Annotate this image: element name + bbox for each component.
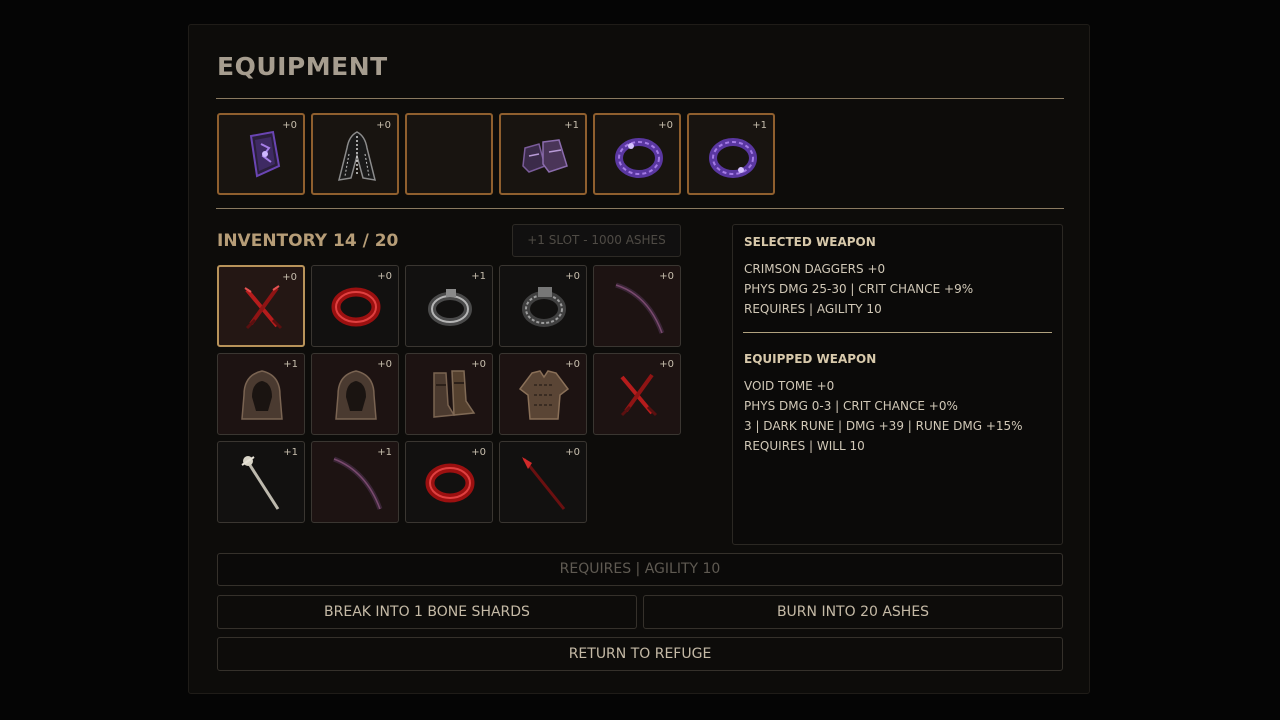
page-title: EQUIPMENT: [217, 52, 388, 81]
item-level: +0: [565, 359, 580, 370]
item-level: +1: [752, 120, 767, 131]
item-level: +1: [377, 447, 392, 458]
buy-slot-button[interactable]: +1 SLOT - 1000 ASHES: [512, 224, 681, 257]
equip-slot-5[interactable]: +0: [593, 113, 681, 195]
item-level: +1: [564, 120, 579, 131]
bone-staff-icon: [241, 456, 280, 510]
item-level: +0: [282, 272, 297, 283]
selected-weapon-stats: PHYS DMG 25-30 | CRIT CHANCE +9%: [744, 282, 974, 296]
item-level: +0: [471, 447, 486, 458]
equip-slot-2[interactable]: +0: [311, 113, 399, 195]
item-level: +0: [377, 359, 392, 370]
item-level: +0: [376, 120, 391, 131]
equip-slot-4[interactable]: +1: [499, 113, 587, 195]
inventory-item[interactable]: +0: [405, 441, 493, 523]
weapon-info-panel: SELECTED WEAPON CRIMSON DAGGERS +0 PHYS …: [732, 224, 1063, 545]
inventory-item[interactable]: +0: [499, 265, 587, 347]
selected-weapon-name: CRIMSON DAGGERS +0: [744, 262, 886, 276]
item-level: +0: [471, 359, 486, 370]
item-level: +1: [283, 447, 298, 458]
inventory-item-selected[interactable]: +0: [217, 265, 305, 347]
void-tome-icon: [249, 130, 281, 178]
equipped-weapon-requires: REQUIRES | WILL 10: [744, 439, 865, 453]
divider: [216, 98, 1064, 99]
inventory-item[interactable]: +0: [499, 353, 587, 435]
equip-slot-empty[interactable]: [405, 113, 493, 195]
inventory-title: INVENTORY 14 / 20: [217, 231, 399, 251]
crimson-daggers-icon: [244, 285, 283, 330]
item-level: +0: [659, 271, 674, 282]
inventory-item[interactable]: +0: [593, 265, 681, 347]
item-level: +0: [565, 447, 580, 458]
break-button[interactable]: BREAK INTO 1 BONE SHARDS: [217, 595, 637, 629]
inventory-item[interactable]: +0: [311, 353, 399, 435]
equip-slot-6[interactable]: +1: [687, 113, 775, 195]
dark-bow-icon: [333, 456, 383, 510]
leather-hood-icon: [335, 370, 377, 420]
inventory-item[interactable]: +0: [499, 441, 587, 523]
inventory-item[interactable]: +1: [217, 353, 305, 435]
inventory-item[interactable]: +1: [311, 441, 399, 523]
crimson-ring-icon: [331, 287, 381, 327]
inventory-item[interactable]: +0: [405, 353, 493, 435]
inventory-item[interactable]: +1: [217, 441, 305, 523]
void-ring-icon: [615, 138, 663, 178]
crimson-daggers-icon: [620, 373, 658, 417]
info-divider: [743, 332, 1052, 333]
equipped-weapon-runes: 3 | DARK RUNE | DMG +39 | RUNE DMG +15%: [744, 419, 1023, 433]
equipped-weapon-heading: EQUIPPED WEAPON: [744, 352, 877, 366]
item-level: +1: [471, 271, 486, 282]
requirement-banner: REQUIRES | AGILITY 10: [217, 553, 1063, 586]
crimson-ring-icon: [425, 463, 475, 503]
iron-ring-icon: [522, 287, 566, 327]
item-level: +0: [659, 359, 674, 370]
inventory-item[interactable]: +1: [405, 265, 493, 347]
item-level: +0: [377, 271, 392, 282]
item-level: +0: [658, 120, 673, 131]
equipped-weapon-name: VOID TOME +0: [744, 379, 835, 393]
inventory-item[interactable]: +0: [593, 353, 681, 435]
item-level: +0: [282, 120, 297, 131]
void-ring-icon: [709, 138, 757, 178]
inventory-item[interactable]: +0: [311, 265, 399, 347]
void-boots-icon: [522, 139, 568, 173]
iron-ring-icon: [428, 289, 472, 326]
selected-weapon-heading: SELECTED WEAPON: [744, 235, 876, 249]
crimson-spear-icon: [522, 457, 566, 510]
leather-hood-icon: [241, 370, 283, 420]
item-level: +1: [283, 359, 298, 370]
item-level: +0: [565, 271, 580, 282]
burn-button[interactable]: BURN INTO 20 ASHES: [643, 595, 1063, 629]
leather-boots-icon: [433, 370, 476, 418]
equip-slot-1[interactable]: +0: [217, 113, 305, 195]
leather-armor-icon: [518, 370, 570, 420]
selected-weapon-requires: REQUIRES | AGILITY 10: [744, 302, 882, 316]
dark-bow-icon: [615, 282, 665, 334]
equipped-weapon-stats: PHYS DMG 0-3 | CRIT CHANCE +0%: [744, 399, 958, 413]
divider: [216, 208, 1064, 209]
dark-robe-icon: [337, 131, 377, 181]
return-to-refuge-button[interactable]: RETURN TO REFUGE: [217, 637, 1063, 671]
